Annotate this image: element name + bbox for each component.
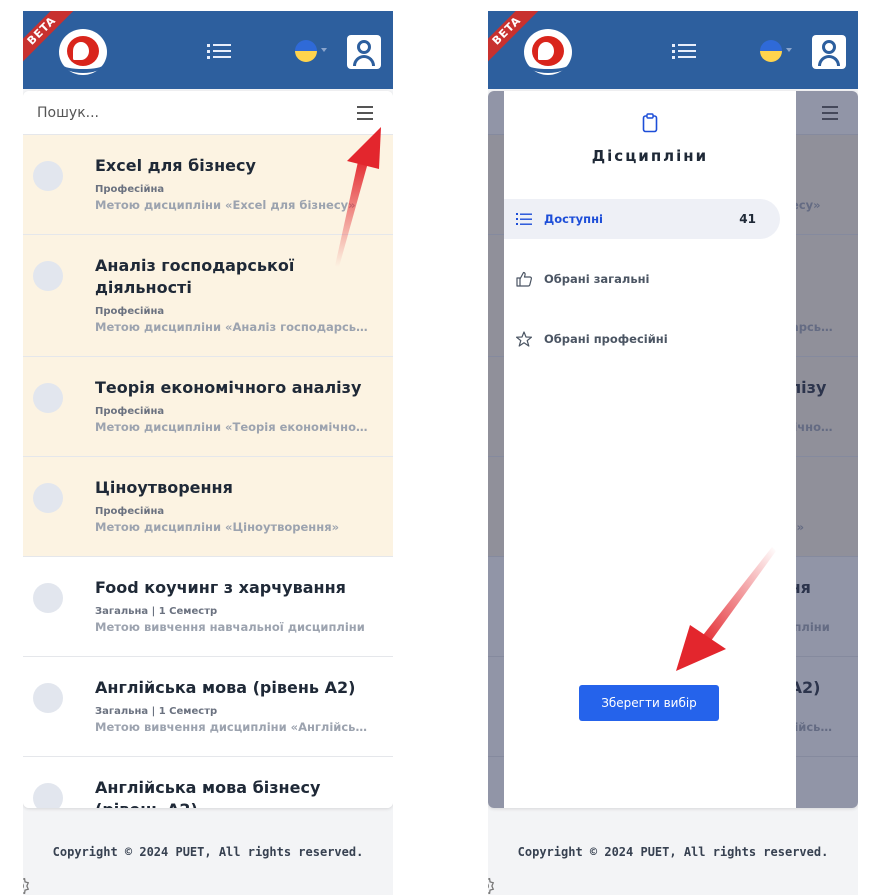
discipline-title: Англійська мова (рівень А2) xyxy=(95,678,356,697)
list-icon xyxy=(516,213,532,225)
discipline-tag: Професійна xyxy=(95,306,165,317)
discipline-title: Food коучинг з харчування xyxy=(95,578,346,597)
select-checkbox[interactable] xyxy=(33,783,63,808)
copyright-footer: Copyright © 2024 PUET, All rights reserv… xyxy=(517,845,829,859)
discipline-title: Теорія економічного аналізу xyxy=(95,378,362,397)
discipline-tag: Професійна xyxy=(95,184,165,195)
user-profile-button[interactable] xyxy=(347,35,381,69)
discipline-title: Ціноутворення xyxy=(95,478,233,497)
nav-item-label: Обрані професійні xyxy=(544,332,668,346)
save-selection-button[interactable]: Зберегти вибір xyxy=(579,685,719,721)
select-checkbox[interactable] xyxy=(33,683,63,713)
user-icon xyxy=(822,40,836,54)
discipline-description: Метою вивчення навчальної дисципліни xyxy=(95,620,365,634)
search-bar xyxy=(23,91,393,135)
chevron-down-icon[interactable] xyxy=(786,48,792,52)
screen-disciplines-drawer: BETA Excel для бізнесуПрофесійнаМетою ди… xyxy=(488,11,858,895)
app-header: BETA xyxy=(488,11,858,89)
gear-icon[interactable] xyxy=(23,875,31,895)
logo-swoosh xyxy=(528,57,568,73)
list-item[interactable]: Food коучинг з харчування Загальна | 1 С… xyxy=(23,557,393,657)
list-menu-icon[interactable] xyxy=(672,41,696,61)
screen-disciplines-list: BETA Excel для бі xyxy=(23,11,393,895)
discipline-tag: Загальна | 1 Семестр xyxy=(95,706,218,717)
drawer-title: Дісципліни xyxy=(591,147,709,165)
copyright-footer: Copyright © 2024 PUET, All rights reserv… xyxy=(52,845,364,859)
nav-item-chosen-professional[interactable]: Обрані професійні xyxy=(504,319,780,359)
list-item[interactable]: Ціноутворення Професійна Метою дисциплін… xyxy=(23,457,393,557)
discipline-description: Метою дисципліни «Теорія економічного ан… xyxy=(95,420,370,434)
nav-item-chosen-general[interactable]: Обрані загальні xyxy=(504,259,780,299)
list-item[interactable]: Англійська мова бізнесу (рівень А2) xyxy=(23,757,393,808)
discipline-description: Метою дисципліни «Аналіз господарської д… xyxy=(95,320,370,334)
discipline-tag: Професійна xyxy=(95,506,165,517)
discipline-title: Англійська мова бізнесу (рівень А2) xyxy=(95,778,321,808)
list-item[interactable]: Аналіз господарської діяльності Професій… xyxy=(23,235,393,357)
discipline-title: Excel для бізнесу xyxy=(95,156,256,175)
filter-menu-button[interactable] xyxy=(353,103,379,123)
star-icon xyxy=(516,331,532,347)
gear-icon[interactable] xyxy=(488,875,496,895)
discipline-tag: Загальна | 1 Семестр xyxy=(95,606,218,617)
puet-logo[interactable] xyxy=(524,29,572,75)
available-count-badge: 41 xyxy=(739,212,756,226)
discipline-title: Аналіз господарської діяльності xyxy=(95,256,295,297)
discipline-description: Метою вивчення дисципліни «Англійська мо… xyxy=(95,720,370,734)
language-flag-icon[interactable] xyxy=(760,40,782,62)
disciplines-drawer: Дісципліни Доступні 41 Обрані загальні О… xyxy=(504,91,796,808)
discipline-description: Метою дисципліни «Ціноутворення» xyxy=(95,520,340,534)
chevron-down-icon[interactable] xyxy=(321,48,327,52)
select-checkbox[interactable] xyxy=(33,483,63,513)
thumbs-up-icon xyxy=(516,271,532,287)
list-menu-icon[interactable] xyxy=(207,41,231,61)
discipline-description: Метою дисципліни «Excel для бізнесу» xyxy=(95,198,356,212)
select-checkbox[interactable] xyxy=(33,583,63,613)
select-checkbox[interactable] xyxy=(33,261,63,291)
select-checkbox[interactable] xyxy=(33,383,63,413)
discipline-tag: Професійна xyxy=(95,406,165,417)
logo-swoosh xyxy=(63,57,103,73)
disciplines-list: Excel для бізнесу Професійна Метою дисци… xyxy=(23,135,393,808)
disciplines-card: Excel для бізнесу Професійна Метою дисци… xyxy=(23,91,393,808)
nav-item-label: Обрані загальні xyxy=(544,272,650,286)
list-item[interactable]: Англійська мова (рівень А2) Загальна | 1… xyxy=(23,657,393,757)
user-icon xyxy=(357,40,371,54)
select-checkbox[interactable] xyxy=(33,161,63,191)
nav-item-label: Доступні xyxy=(544,212,603,226)
user-profile-button[interactable] xyxy=(812,35,846,69)
puet-logo[interactable] xyxy=(59,29,107,75)
app-header: BETA xyxy=(23,11,393,89)
list-item[interactable]: Теорія економічного аналізу Професійна М… xyxy=(23,357,393,457)
clipboard-icon xyxy=(642,113,658,133)
list-item[interactable]: Excel для бізнесу Професійна Метою дисци… xyxy=(23,135,393,235)
nav-item-available[interactable]: Доступні 41 xyxy=(504,199,780,239)
language-flag-icon[interactable] xyxy=(295,40,317,62)
search-input[interactable] xyxy=(37,102,337,124)
